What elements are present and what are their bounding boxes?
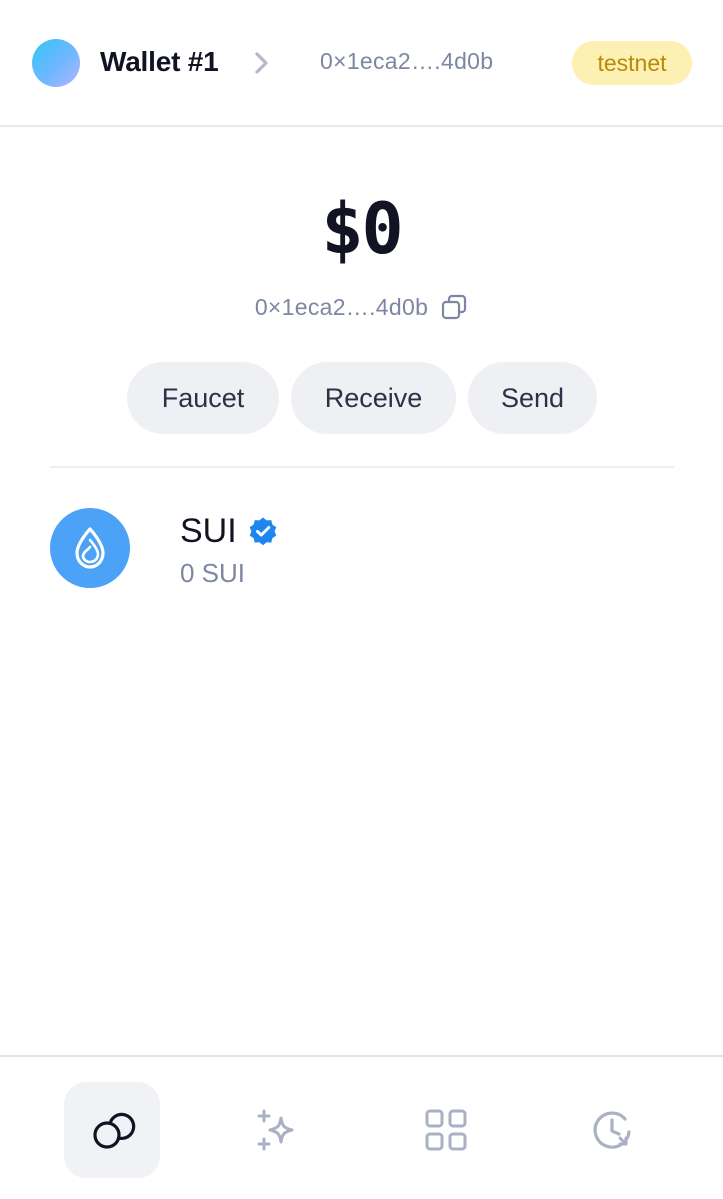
sui-drop-icon: [75, 527, 105, 569]
faucet-button[interactable]: Faucet: [127, 362, 279, 434]
token-name: SUI: [180, 512, 237, 550]
bottom-nav: [0, 1055, 723, 1199]
sui-logo: [50, 508, 130, 588]
nav-tab-history[interactable]: [564, 1082, 660, 1178]
token-row-sui[interactable]: SUI 0 SUI: [50, 508, 674, 588]
nav-tab-apps[interactable]: [398, 1082, 494, 1178]
copy-icon[interactable]: [440, 293, 468, 321]
apps-grid-icon: [425, 1109, 467, 1151]
history-clock-icon: [593, 1111, 631, 1149]
nav-tab-sparkles[interactable]: [230, 1082, 326, 1178]
divider: [50, 466, 674, 468]
network-badge[interactable]: testnet: [572, 41, 692, 85]
action-buttons: Faucet Receive Send: [127, 362, 597, 434]
sparkles-icon: [257, 1109, 294, 1151]
header-address[interactable]: 0×1eca2….4d0b: [320, 48, 493, 75]
header: Wallet #1 0×1eca2….4d0b testnet: [0, 0, 723, 127]
total-balance: $0: [321, 188, 403, 270]
wallet-name[interactable]: Wallet #1: [100, 46, 219, 78]
send-button[interactable]: Send: [468, 362, 597, 434]
token-amount: 0 SUI: [180, 558, 246, 588]
receive-button[interactable]: Receive: [291, 362, 456, 434]
wallet-avatar[interactable]: [32, 39, 80, 87]
wallet-address: 0×1eca2….4d0b: [254, 293, 429, 320]
chevron-right-icon[interactable]: [248, 48, 276, 78]
address-row: 0×1eca2….4d0b: [0, 293, 723, 321]
nav-tab-coins[interactable]: [64, 1082, 160, 1178]
verified-badge-icon: [249, 517, 277, 546]
coins-icon: [93, 1112, 136, 1149]
